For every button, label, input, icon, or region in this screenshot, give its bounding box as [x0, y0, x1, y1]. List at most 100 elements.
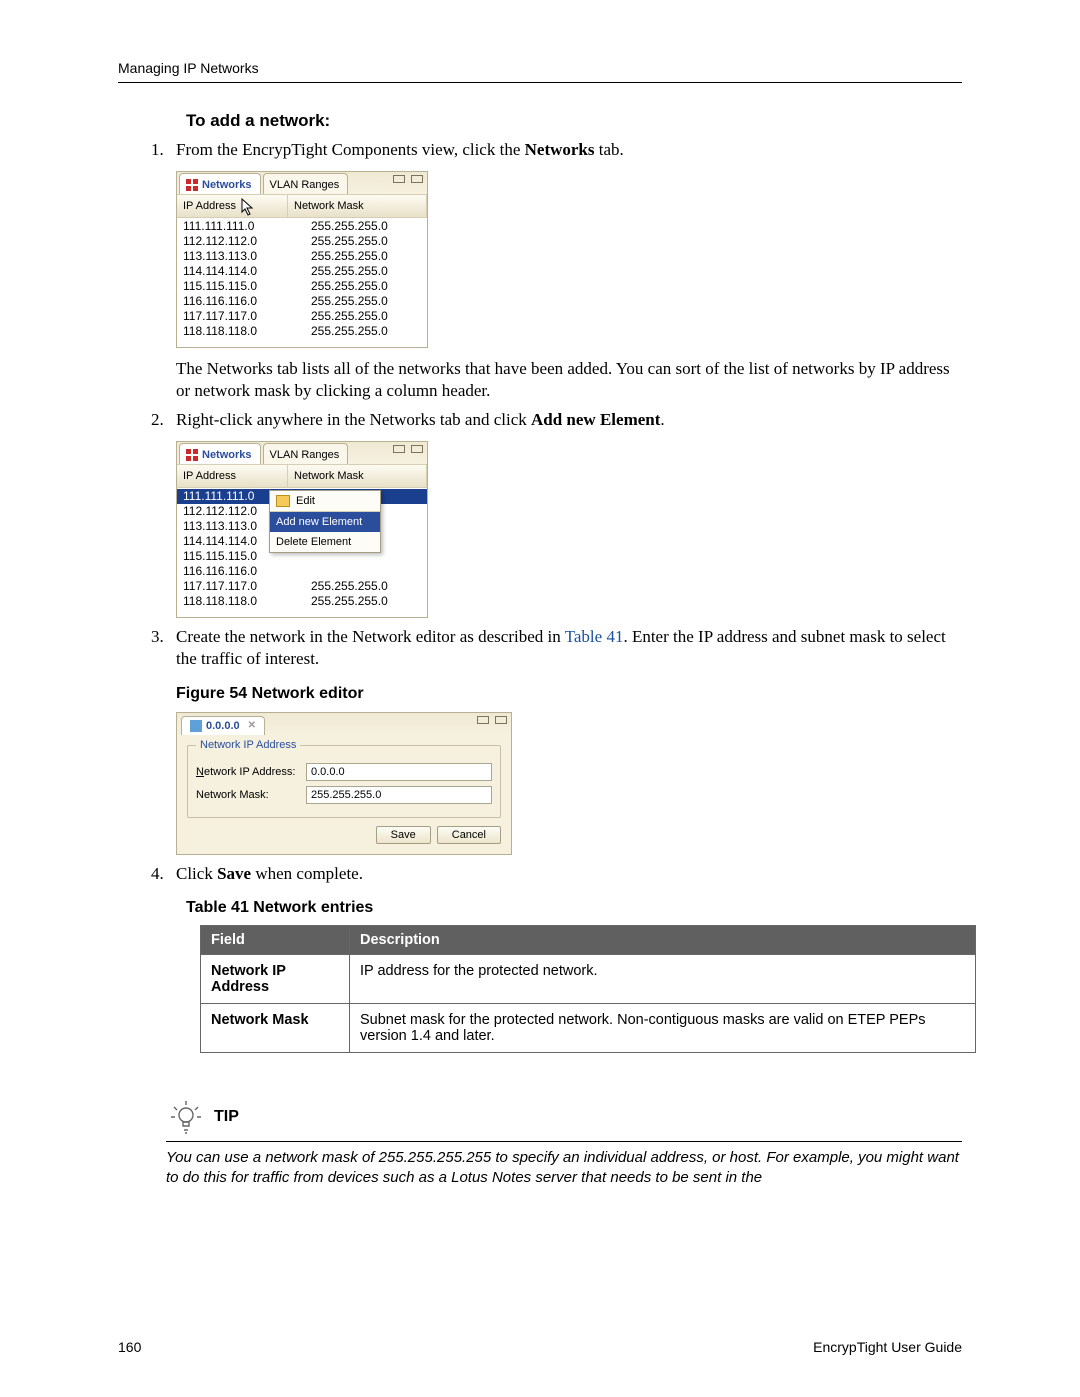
cell-ip: 118.118.118.0 [183, 594, 281, 609]
table-row[interactable]: 114.114.114.0255.255.255.0 [177, 264, 427, 279]
cell-ip: 111.111.111.0 [183, 219, 281, 234]
cell-mask: 255.255.255.0 [281, 279, 388, 294]
network-icon [190, 720, 202, 732]
lightbulb-icon [166, 1097, 206, 1137]
col-ip[interactable]: IP Address [177, 195, 288, 217]
table-row[interactable]: 117.117.117.0255.255.255.0 [177, 309, 427, 324]
cell-ip: 112.112.112.0 [183, 504, 281, 519]
menu-add-element[interactable]: Add new Element [270, 512, 380, 532]
tab-vlan[interactable]: VLAN Ranges [263, 173, 349, 194]
cancel-button[interactable]: Cancel [437, 826, 501, 844]
maximize-icon[interactable] [495, 716, 507, 724]
network-editor-panel: 0.0.0.0 ✕ Network IP Address Network IP … [176, 712, 512, 855]
maximize-icon[interactable] [411, 175, 423, 183]
table-row[interactable]: 116.116.116.0255.255.255.0 [177, 294, 427, 309]
fieldset: Network IP Address Network IP Address: N… [187, 745, 501, 818]
xref-table41[interactable]: Table 41 [565, 627, 624, 646]
table-row[interactable]: 112.112.112.0255.255.255.0 [177, 234, 427, 249]
tab-strip: Networks VLAN Ranges [177, 172, 427, 194]
step-2: Right-click anywhere in the Networks tab… [168, 409, 962, 618]
cell-ip: 111.111.111.0 [183, 489, 281, 504]
table-row[interactable]: 111.111.111.0255.255.255.0 [177, 219, 427, 234]
editor-tab-strip: 0.0.0.0 ✕ [177, 713, 511, 735]
figure-caption: Figure 54 Network editor [176, 684, 962, 704]
step-list: From the EncrypTight Components view, cl… [168, 139, 962, 885]
cell-mask: 255.255.255.0 [281, 324, 388, 339]
network-ip-input[interactable] [306, 763, 492, 781]
cell-ip: 115.115.115.0 [183, 279, 281, 294]
step-post-text: The Networks tab lists all of the networ… [176, 359, 950, 400]
tab-vlan[interactable]: VLAN Ranges [263, 443, 349, 464]
tip-label: TIP [214, 1108, 239, 1126]
menu-label: Add new Element [276, 515, 362, 529]
tab-strip: Networks VLAN Ranges [177, 442, 427, 464]
editor-tab[interactable]: 0.0.0.0 ✕ [181, 716, 265, 735]
minimize-icon[interactable] [393, 175, 405, 183]
table-row[interactable]: 118.118.118.0255.255.255.0 [177, 594, 427, 609]
folder-icon [276, 495, 290, 507]
tip-heading: TIP [166, 1097, 962, 1137]
step-1: From the EncrypTight Components view, cl… [168, 139, 962, 401]
cell-mask: 255.255.255.0 [281, 309, 388, 324]
table-row[interactable]: 115.115.115.0255.255.255.0 [177, 279, 427, 294]
step-bold: Networks [525, 140, 595, 159]
cell-ip: 113.113.113.0 [183, 519, 281, 534]
tab-networks[interactable]: Networks [179, 443, 261, 464]
table-row[interactable]: 118.118.118.0255.255.255.0 [177, 324, 427, 339]
context-menu: Edit Add new Element Delete Element [269, 490, 381, 553]
panel-controls [393, 175, 423, 183]
doc-title: EncrypTight User Guide [813, 1339, 962, 1355]
maximize-icon[interactable] [411, 445, 423, 453]
table-row[interactable]: 113.113.113.0255.255.255.0 [177, 249, 427, 264]
table-caption: Table 41 Network entries [186, 899, 962, 917]
cell-mask: 255.255.255.0 [281, 234, 388, 249]
cell-ip: 114.114.114.0 [183, 534, 281, 549]
cell-ip: 115.115.115.0 [183, 549, 281, 564]
cell-mask: 255.255.255.0 [281, 219, 388, 234]
step-text: when complete. [251, 864, 363, 883]
panel-controls [393, 445, 423, 453]
save-button[interactable]: Save [376, 826, 431, 844]
step-bold: Add new Element [531, 410, 660, 429]
networks-panel-context: Networks VLAN Ranges IP Address Network … [176, 441, 428, 618]
cell-ip: 117.117.117.0 [183, 579, 281, 594]
tip-rule [166, 1141, 962, 1142]
step-4: Click Save when complete. [168, 863, 962, 885]
col-mask[interactable]: Network Mask [288, 195, 427, 217]
menu-label: Edit [296, 494, 315, 508]
cell-ip: 118.118.118.0 [183, 324, 281, 339]
menu-delete-element[interactable]: Delete Element [270, 532, 380, 552]
networks-icon [186, 179, 198, 191]
running-header: Managing IP Networks [118, 60, 962, 76]
th-desc: Description [350, 925, 976, 954]
col-mask[interactable]: Network Mask [288, 465, 427, 487]
cell-field: Network IP Address [201, 954, 350, 1003]
col-ip[interactable]: IP Address [177, 465, 288, 487]
ip-label: Network IP Address: [196, 765, 306, 779]
step-text: From the EncrypTight Components view, cl… [176, 140, 525, 159]
cell-mask: 255.255.255.0 [281, 579, 388, 594]
cell-field: Network Mask [201, 1003, 350, 1052]
minimize-icon[interactable] [477, 716, 489, 724]
table-row[interactable]: 117.117.117.0255.255.255.0 [177, 579, 427, 594]
button-row: Save Cancel [187, 826, 501, 844]
minimize-icon[interactable] [393, 445, 405, 453]
section-title: To add a network: [186, 111, 962, 131]
table-header[interactable]: IP Address Network Mask [177, 464, 427, 488]
network-mask-input[interactable] [306, 786, 492, 804]
cell-ip: 113.113.113.0 [183, 249, 281, 264]
editor-body: Network IP Address Network IP Address: N… [177, 735, 511, 854]
table-row[interactable]: 116.116.116.0 [177, 564, 427, 579]
step-text: Click [176, 864, 217, 883]
menu-edit[interactable]: Edit [270, 491, 380, 512]
step-text: tab. [595, 140, 624, 159]
tip-text: You can use a network mask of 255.255.25… [166, 1148, 962, 1189]
fieldset-legend: Network IP Address [196, 738, 300, 752]
cell-ip: 112.112.112.0 [183, 234, 281, 249]
network-entries-table: Field Description Network IP Address IP … [200, 925, 976, 1053]
tab-networks[interactable]: Networks [179, 173, 261, 194]
table-header[interactable]: IP Address Network Mask [177, 194, 427, 218]
editor-tab-label: 0.0.0.0 [206, 719, 240, 733]
mask-label: Network Mask: [196, 788, 306, 802]
close-icon[interactable]: ✕ [248, 720, 256, 733]
